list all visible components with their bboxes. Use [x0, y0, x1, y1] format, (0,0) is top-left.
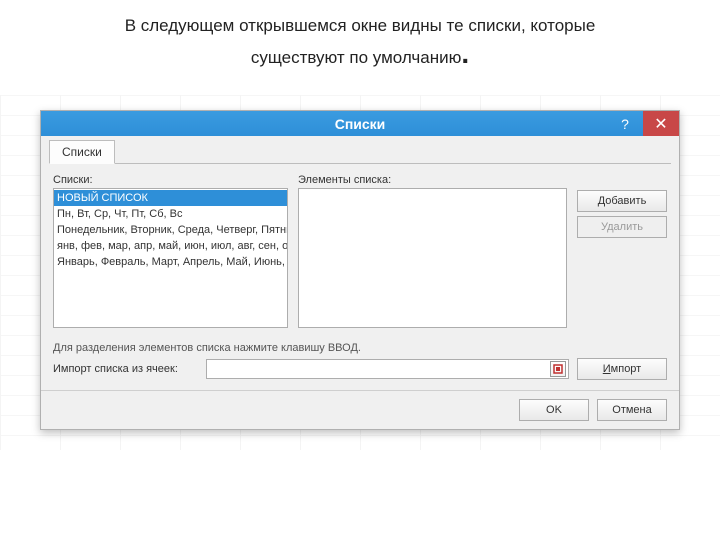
list-item[interactable]: НОВЫЙ СПИСОК	[54, 190, 287, 206]
list-item[interactable]: Январь, Февраль, Март, Апрель, Май, Июнь…	[54, 254, 287, 270]
tab-lists[interactable]: Списки	[49, 140, 115, 164]
tab-strip: Списки	[41, 136, 679, 164]
close-icon[interactable]: ✕	[643, 111, 679, 136]
cancel-button-label: Отмена	[612, 404, 651, 416]
caption-line-1: В следующем открывшемся окне видны те сп…	[125, 16, 596, 35]
dialog-title: Списки	[335, 116, 386, 132]
list-item[interactable]: янв, фев, мар, апр, май, июн, июл, авг, …	[54, 238, 287, 254]
delete-button-label: Удалить	[601, 221, 643, 233]
tab-lists-label: Списки	[62, 145, 102, 159]
hint-text: Для разделения элементов списка нажмите …	[41, 336, 679, 356]
cancel-button[interactable]: Отмена	[597, 399, 667, 421]
list-item[interactable]: Пн, Вт, Ср, Чт, Пт, Сб, Вс	[54, 206, 287, 222]
import-button[interactable]: Импорт	[577, 358, 667, 380]
add-button-label-rest: обавить	[605, 195, 646, 207]
lists-label: Списки:	[53, 174, 288, 186]
ok-button[interactable]: OK	[519, 399, 589, 421]
items-label: Элементы списка:	[298, 174, 567, 186]
caption-line-2: существуют по умолчанию	[251, 48, 462, 67]
page-caption: В следующем открывшемся окне видны те сп…	[0, 0, 720, 75]
range-picker-icon[interactable]	[550, 361, 566, 377]
lists-listbox[interactable]: НОВЫЙ СПИСОК Пн, Вт, Ср, Чт, Пт, Сб, Вс …	[53, 188, 288, 328]
caption-period: .	[461, 38, 469, 69]
import-from-label: Импорт списка из ячеек:	[53, 363, 198, 375]
import-range-input[interactable]	[206, 359, 569, 379]
delete-button: Удалить	[577, 216, 667, 238]
import-button-label-rest: мпорт	[611, 363, 642, 375]
dialog-titlebar: Списки ? ✕	[41, 111, 679, 136]
ok-button-label: OK	[546, 404, 562, 416]
lists-dialog: Списки ? ✕ Списки Списки: НОВЫЙ СПИСОК П…	[40, 110, 680, 430]
help-icon[interactable]: ?	[607, 111, 643, 136]
add-button[interactable]: Добавить	[577, 190, 667, 212]
dialog-footer: OK Отмена	[41, 390, 679, 429]
list-item[interactable]: Понедельник, Вторник, Среда, Четверг, Пя…	[54, 222, 287, 238]
list-items-textarea[interactable]	[298, 188, 567, 328]
